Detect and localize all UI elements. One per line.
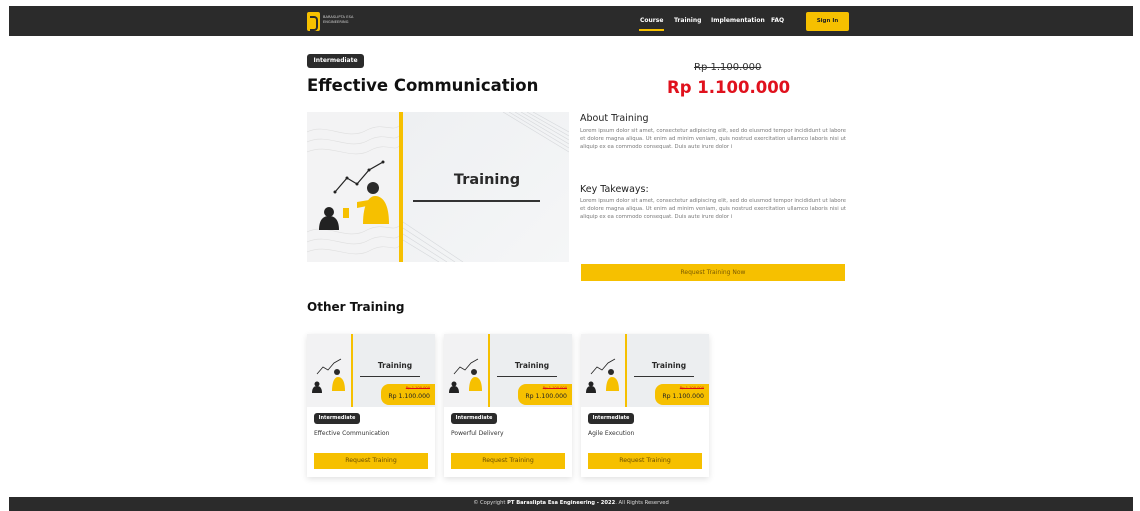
banner-underline — [413, 200, 540, 202]
price-tag: Rp 1.100.000 Rp 1.100.000 — [518, 384, 572, 405]
nav-active-indicator — [639, 29, 664, 31]
nav-course[interactable]: Course — [640, 17, 663, 24]
takeaways-heading: Key Takeways: — [580, 184, 649, 195]
copyright-company: PT Baraslipta Esa Engineering - 2022 — [507, 500, 616, 506]
copyright-text: © Copyright PT Baraslipta Esa Engineerin… — [9, 500, 1133, 506]
card-image: Training Rp 1.100.000 Rp 1.100.000 — [444, 334, 572, 407]
price-tag: Rp 1.100.000 Rp 1.100.000 — [381, 384, 435, 405]
training-illustration-icon — [449, 358, 482, 393]
level-badge: Intermediate — [307, 54, 364, 68]
card-level-badge: Intermediate — [588, 413, 634, 424]
logo-text: BARASLIPTA ESA ENGINEERING — [323, 15, 354, 24]
card-price: Rp 1.100.000 — [388, 393, 430, 400]
top-navbar: BARASLIPTA ESA ENGINEERING Course Traini… — [9, 6, 1133, 36]
card-original-price: Rp 1.100.000 — [679, 386, 704, 390]
card-price: Rp 1.100.000 — [662, 393, 704, 400]
card-image-underline — [360, 376, 420, 377]
nav-training[interactable]: Training — [674, 17, 701, 24]
copyright-prefix: © Copyright — [473, 500, 506, 506]
request-training-button[interactable]: Request Training — [314, 453, 428, 469]
company-logo[interactable]: BARASLIPTA ESA ENGINEERING — [307, 12, 357, 31]
course-banner-image: Training — [307, 112, 569, 262]
card-image-underline — [497, 376, 557, 377]
sign-in-button[interactable]: Sign In — [806, 12, 849, 31]
footer: © Copyright PT Baraslipta Esa Engineerin… — [9, 497, 1133, 511]
request-training-button[interactable]: Request Training — [451, 453, 565, 469]
card-title[interactable]: Agile Execution — [588, 430, 634, 437]
nav-faq[interactable]: FAQ — [771, 17, 784, 24]
card-level-badge: Intermediate — [314, 413, 360, 424]
training-card[interactable]: Training Rp 1.100.000 Rp 1.100.000 Inter… — [444, 334, 572, 477]
original-price: Rp 1.100.000 — [694, 62, 762, 73]
contour-pattern-icon — [307, 125, 399, 255]
other-training-heading: Other Training — [307, 300, 405, 314]
course-title: Effective Communication — [307, 76, 539, 95]
training-illustration-icon — [586, 358, 619, 393]
card-image-title: Training — [514, 361, 550, 370]
card-image-underline — [634, 376, 694, 377]
nav-implementation[interactable]: Implementation — [711, 17, 765, 24]
takeaways-description: Lorem ipsum dolor sit amet, consectetur … — [580, 198, 846, 221]
copyright-suffix: . All Rights Reserved — [615, 500, 669, 506]
about-description: Lorem ipsum dolor sit amet, consectetur … — [580, 128, 846, 151]
card-original-price: Rp 1.100.000 — [542, 386, 567, 390]
current-price: Rp 1.100.000 — [667, 78, 791, 97]
card-price: Rp 1.100.000 — [525, 393, 567, 400]
training-illustration-icon — [312, 358, 345, 393]
card-original-price: Rp 1.100.000 — [405, 386, 430, 390]
about-heading: About Training — [580, 113, 649, 124]
card-image: Training Rp 1.100.000 Rp 1.100.000 — [581, 334, 709, 407]
request-training-now-button[interactable]: Request Training Now — [581, 264, 845, 281]
request-training-button[interactable]: Request Training — [588, 453, 702, 469]
training-card[interactable]: Training Rp 1.100.000 Rp 1.100.000 Inter… — [581, 334, 709, 477]
card-image: Training Rp 1.100.000 Rp 1.100.000 — [307, 334, 435, 407]
card-level-badge: Intermediate — [451, 413, 497, 424]
card-title[interactable]: Powerful Delivery — [451, 430, 504, 437]
logo-mark-icon — [307, 12, 320, 31]
card-title[interactable]: Effective Communication — [314, 430, 389, 437]
price-tag: Rp 1.100.000 Rp 1.100.000 — [655, 384, 709, 405]
banner-title: Training — [453, 172, 521, 188]
card-image-title: Training — [377, 361, 413, 370]
training-card[interactable]: Training Rp 1.100.000 Rp 1.100.000 Inter… — [307, 334, 435, 477]
card-image-title: Training — [651, 361, 687, 370]
